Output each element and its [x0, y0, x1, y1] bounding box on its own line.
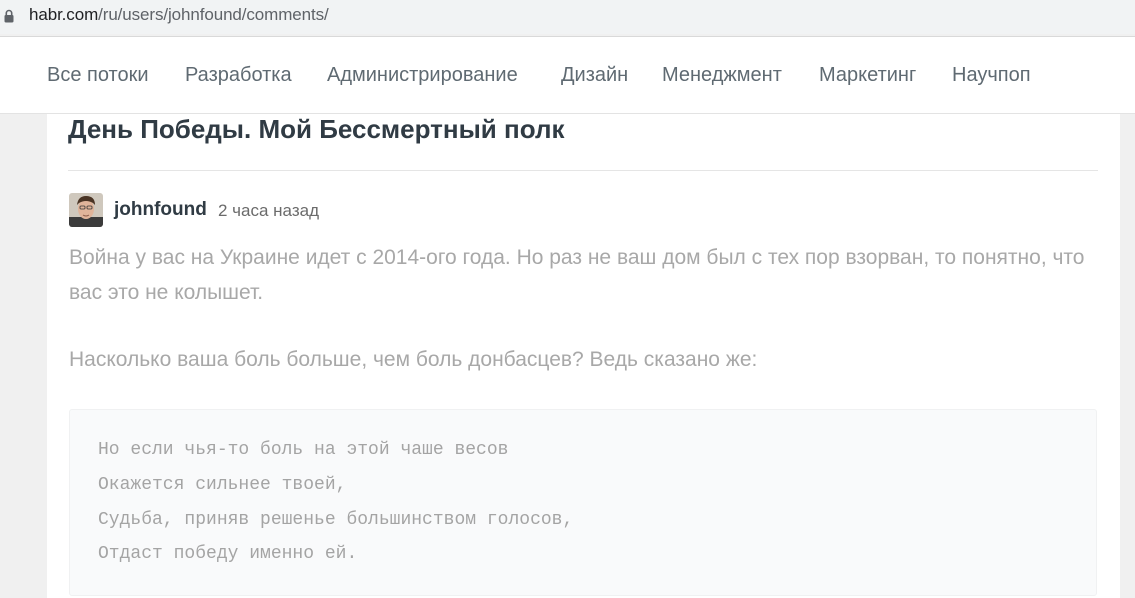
avatar[interactable] [69, 193, 103, 227]
browser-url-bar[interactable]: habr.com/ru/users/johnfound/comments/ [0, 0, 1135, 34]
comment-paragraph: Война у вас на Украине идет с 2014-ого г… [69, 246, 1085, 304]
quote-line: Но если чья-то боль на этой чаше весов [98, 440, 509, 460]
url-domain: habr.com [29, 5, 99, 24]
comment-card: День Победы. Мой Бессмертный полк johnfo… [47, 114, 1120, 598]
nav-item-development[interactable]: Разработка [185, 62, 292, 88]
nav-item-popsci[interactable]: Научпоп [952, 62, 1031, 88]
url-path: /ru/users/johnfound/comments/ [98, 5, 329, 24]
nav-item-management[interactable]: Менеджмент [662, 62, 782, 88]
post-title[interactable]: День Победы. Мой Бессмертный полк [68, 114, 564, 144]
nav-item-design[interactable]: Дизайн [561, 62, 628, 88]
nav-item-administration[interactable]: Администрирование [327, 62, 518, 88]
quote-block: Но если чья-то боль на этой чаше весов О… [69, 409, 1097, 596]
lock-icon [4, 9, 14, 23]
divider [68, 170, 1098, 171]
nav-item-marketing[interactable]: Маркетинг [819, 62, 916, 88]
quote-line: Окажется сильнее твоей, [98, 475, 347, 495]
quote-line: Отдаст победу именно ей. [98, 544, 358, 564]
comment-author[interactable]: johnfound [114, 198, 207, 222]
nav-item-all-streams[interactable]: Все потоки [47, 62, 149, 88]
avatar-image [69, 193, 103, 227]
top-navigation: Все потоки Разработка Администрирование … [0, 36, 1135, 114]
quote-line: Судьба, приняв решенье большинством голо… [98, 510, 574, 530]
comment-timestamp[interactable]: 2 часа назад [218, 200, 319, 222]
comment-paragraph: Насколько ваша боль больше, чем боль дон… [69, 348, 758, 371]
url-text[interactable]: habr.com/ru/users/johnfound/comments/ [29, 4, 329, 26]
